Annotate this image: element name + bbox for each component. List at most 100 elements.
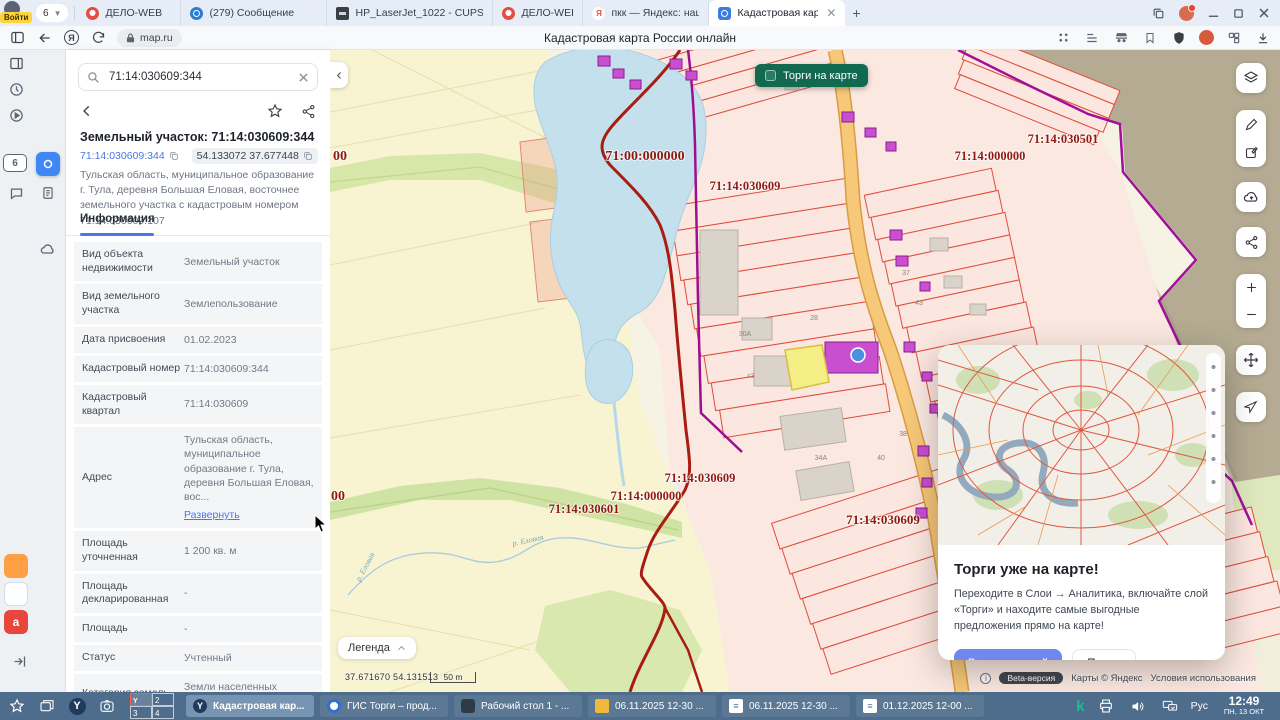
back-chevron-icon[interactable] — [80, 104, 94, 118]
cadastral-number-chip[interactable]: 71:14:030609:344 — [80, 148, 184, 164]
copy-icon[interactable] — [303, 151, 313, 161]
svg-text:30А: 30А — [739, 331, 752, 338]
user-extension-icon[interactable] — [1199, 30, 1214, 45]
close-tab-icon[interactable]: ✕ — [826, 6, 836, 20]
close-window-icon[interactable] — [1258, 7, 1270, 19]
reload-icon[interactable] — [89, 29, 107, 47]
chevron-left-icon — [336, 71, 341, 79]
reading-list-icon[interactable] — [1083, 29, 1101, 47]
documents-icon[interactable] — [37, 182, 59, 204]
bookmark-flag-icon[interactable] — [1141, 29, 1159, 47]
browser-tab[interactable]: HP_LaserJet_1022 - CUPS — [327, 0, 494, 26]
map-container: р. Еловая р. Еловая 30А с3 28 37 43 38 40 34А 71… — [330, 50, 1280, 692]
torgi-map-toggle[interactable]: Торги на карте — [755, 64, 868, 87]
zoom-out-button[interactable] — [1236, 301, 1266, 328]
doc-task-icon: ≡ — [863, 699, 877, 713]
collapse-rail-icon[interactable] — [8, 650, 30, 672]
browser-tab[interactable]: Кадастровая карта Ро ✕ — [709, 0, 846, 26]
workspace-2[interactable]: 2 — [152, 693, 174, 706]
notifications-badge[interactable]: 6 — [3, 154, 27, 172]
browser-tab[interactable]: Япкк — Яндекс: нашлось — [583, 0, 710, 26]
browser-profile-login[interactable]: Войти — [0, 0, 33, 26]
tab-title: HP_LaserJet_1022 - CUPS — [355, 7, 484, 19]
info-icon[interactable]: i — [980, 672, 992, 684]
tab-counter-button[interactable]: 6 ▼ — [36, 4, 69, 22]
search-input[interactable] — [107, 70, 291, 84]
display-settings-icon[interactable] — [1159, 695, 1181, 717]
sidebar-toggle-icon[interactable] — [8, 29, 26, 47]
workspace-1-active[interactable]: Y — [130, 693, 152, 706]
info-row: Площадь - — [74, 615, 322, 645]
restore-window-icon[interactable] — [1233, 8, 1244, 19]
alice-icon[interactable]: a — [4, 610, 28, 634]
ruler-button[interactable] — [1236, 111, 1266, 139]
clear-search-icon[interactable] — [298, 72, 309, 83]
upload-button[interactable] — [1236, 182, 1266, 212]
printer-tray-icon[interactable] — [1095, 695, 1117, 717]
window-switcher-icon[interactable] — [36, 695, 58, 717]
browser-tab[interactable]: ДЕЛО-WEB — [77, 0, 182, 26]
share-icon[interactable] — [301, 104, 316, 119]
browser-profile-avatar[interactable] — [1179, 3, 1196, 21]
yandex-home-icon[interactable]: Я — [64, 30, 79, 45]
workspace-3[interactable]: 3 — [130, 706, 152, 719]
panel-layout-icon[interactable] — [5, 52, 27, 74]
tabs-grid-icon[interactable] — [1054, 29, 1072, 47]
volume-icon[interactable] — [1127, 695, 1149, 717]
taskbar-task[interactable]: 06.11.2025 12-30 ... — [588, 695, 716, 717]
workspace-4[interactable]: 4 — [152, 706, 174, 719]
chat-icon[interactable] — [5, 182, 27, 204]
incognito-icon[interactable] — [1112, 29, 1130, 47]
address-bar[interactable]: map.ru — [117, 28, 182, 47]
taskbar-task[interactable]: Рабочий стол 1 - ... — [454, 695, 582, 717]
keyboard-layout[interactable]: Рус — [1191, 700, 1208, 712]
favorites-star-icon[interactable] — [6, 695, 28, 717]
edit-button[interactable] — [1236, 139, 1266, 167]
taskbar-task[interactable]: ГИС Торги – прод... — [320, 695, 448, 717]
pan-button[interactable] — [1236, 345, 1266, 375]
yandex-services-icon[interactable] — [4, 554, 28, 578]
share-map-button[interactable] — [1236, 227, 1266, 257]
enable-layer-button[interactable]: Включить слой — [954, 648, 1063, 660]
poi-marker[interactable] — [850, 347, 866, 363]
assistant-icon[interactable] — [4, 582, 28, 606]
search-box[interactable] — [78, 63, 318, 91]
later-button[interactable]: Позже — [1072, 648, 1137, 660]
zoom-in-button[interactable] — [1236, 274, 1266, 301]
torgi-checkbox[interactable] — [765, 70, 776, 81]
screenshot-tool-icon[interactable] — [96, 695, 118, 717]
active-site-app-icon[interactable] — [36, 152, 60, 176]
browser-tab[interactable]: (279) Сообщение — [181, 0, 328, 26]
coords-chip[interactable]: 54.133072 37.677448 — [191, 148, 318, 164]
cloud-icon[interactable] — [37, 238, 59, 260]
terms-link[interactable]: Условия использования — [1151, 673, 1256, 684]
collapse-panel-button[interactable] — [330, 62, 348, 88]
taskbar-task[interactable]: ≡ 01.12.2025 12-00 ... — [856, 695, 984, 717]
play-video-icon[interactable] — [5, 104, 27, 126]
expand-link[interactable]: Развернуть — [184, 508, 240, 522]
shield-extension-icon[interactable] — [1170, 29, 1188, 47]
legend-button[interactable]: Легенда — [338, 637, 416, 659]
download-icon[interactable] — [1254, 29, 1272, 47]
info-row: Адрес Тульская область, муниципальное обр… — [74, 427, 322, 532]
new-tab-button[interactable]: + — [845, 5, 867, 21]
minimize-icon[interactable] — [1208, 8, 1219, 19]
selected-parcel[interactable] — [784, 344, 830, 391]
history-clock-icon[interactable] — [5, 78, 27, 100]
taskbar-task[interactable]: ≡ 06.11.2025 12-30 ... — [722, 695, 850, 717]
kaspersky-icon[interactable]: k — [1076, 698, 1084, 715]
login-button[interactable]: Войти — [0, 12, 33, 23]
clock[interactable]: 12:49 ПН, 13 ОКТ — [1218, 695, 1270, 717]
tab-information[interactable]: Информация — [80, 213, 155, 225]
workspace-pager[interactable]: Y 2 3 4 — [130, 693, 174, 719]
yandex-browser-launcher-icon[interactable]: Y — [66, 695, 88, 717]
taskbar-task[interactable]: Y Кадастровая кар... — [186, 695, 314, 717]
extensions-icon[interactable] — [1225, 29, 1243, 47]
locate-button[interactable] — [1236, 392, 1266, 422]
copy-icon[interactable] — [169, 151, 179, 161]
browser-tab[interactable]: ДЕЛО-WEB — [493, 0, 584, 26]
back-icon[interactable] — [36, 29, 54, 47]
favorite-star-icon[interactable] — [267, 103, 283, 119]
layers-button[interactable] — [1236, 63, 1266, 93]
copy-link-icon[interactable] — [1152, 7, 1165, 20]
